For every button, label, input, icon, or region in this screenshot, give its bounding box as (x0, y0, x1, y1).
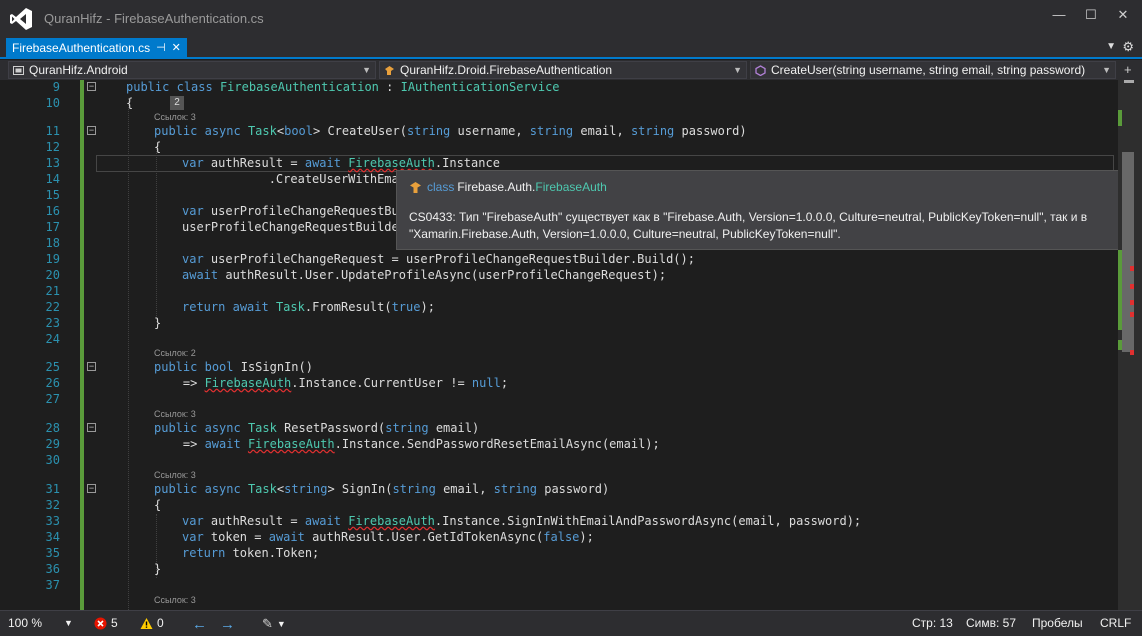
arrow-right-icon: → (220, 616, 235, 633)
chevron-down-icon: ▼ (362, 65, 371, 75)
line-indicator[interactable]: Стр: 13 (912, 616, 953, 630)
error-count: 5 (111, 616, 118, 630)
codelens-references[interactable]: Ссылок: 2 (154, 346, 196, 360)
class-icon (410, 181, 421, 193)
quick-info-tooltip: class Firebase.Auth.FirebaseAuth CS0433:… (396, 170, 1118, 250)
code-lines: 9 − public class FirebaseAuthentication … (0, 80, 1118, 610)
warning-icon (140, 617, 153, 629)
indentation-indicator[interactable]: Пробелы (1032, 616, 1083, 630)
code-line: 10 { 2 (0, 95, 1118, 111)
title-bar: QuranHifz - FirebaseAuthentication.cs — … (0, 0, 1142, 38)
close-window-button[interactable]: ✕ (1108, 4, 1138, 26)
code-cleanup-button[interactable]: ✎ ▼ (262, 616, 286, 632)
chevron-down-icon: ▼ (276, 619, 286, 629)
codelens-references[interactable]: Ссылок: 3 (154, 468, 196, 482)
brush-icon: ✎ (262, 616, 273, 631)
maximize-button[interactable]: ☐ (1076, 4, 1106, 26)
csharp-project-icon (13, 65, 24, 75)
column-indicator[interactable]: Симв: 57 (966, 616, 1016, 630)
class-name: QuranHifz.Droid.FirebaseAuthentication (400, 63, 613, 77)
navigate-back-button[interactable]: ← (192, 616, 207, 633)
collapse-icon[interactable]: − (87, 126, 96, 135)
tooltip-namespace: Firebase.Auth. (457, 180, 536, 194)
member-dropdown[interactable]: CreateUser(string username, string email… (750, 61, 1116, 79)
codelens-references[interactable]: Ссылок: 3 (154, 110, 196, 124)
tooltip-keyword: class (427, 180, 455, 194)
code-line: 9 − public class FirebaseAuthentication … (52, 80, 560, 94)
document-tab-bar: FirebaseAuthentication.cs ⊣ ✕ ▼ ⚙ (0, 38, 1142, 59)
code-line: 11 − public async Task<bool> CreateUser(… (45, 124, 747, 138)
tab-label: FirebaseAuthentication.cs (12, 41, 151, 55)
window-title: QuranHifz - FirebaseAuthentication.cs (44, 11, 264, 26)
error-icon (94, 617, 107, 629)
collapse-icon[interactable]: − (87, 82, 96, 91)
navigation-bar: QuranHifz.Android ▼ QuranHifz.Droid.Fire… (0, 60, 1142, 80)
chevron-down-icon: ▼ (64, 618, 73, 628)
class-dropdown[interactable]: QuranHifz.Droid.FirebaseAuthentication ▼ (379, 61, 747, 79)
collapse-icon[interactable]: − (87, 362, 96, 371)
method-icon (755, 64, 766, 76)
codelens-references[interactable]: Ссылок: 3 (154, 593, 196, 607)
warning-count-button[interactable]: 0 (140, 616, 164, 630)
tooltip-error-message: CS0433: Тип "FirebaseAuth" существует ка… (409, 210, 1088, 241)
visual-studio-logo-icon (10, 8, 32, 30)
project-dropdown[interactable]: QuranHifz.Android ▼ (8, 61, 376, 79)
minimize-button[interactable]: — (1044, 4, 1074, 26)
project-name: QuranHifz.Android (29, 63, 128, 77)
chevron-down-icon: ▼ (1102, 65, 1111, 75)
class-icon (385, 65, 394, 75)
tooltip-type: FirebaseAuth (535, 180, 607, 194)
zoom-level: 100 % (8, 616, 43, 630)
settings-gear-icon[interactable]: ⚙ (1122, 39, 1134, 55)
tab-list-dropdown-icon[interactable]: ▼ (1106, 41, 1116, 52)
close-tab-icon[interactable]: ✕ (172, 38, 181, 59)
scrollbar-thumb[interactable] (1122, 152, 1134, 352)
member-name: CreateUser(string username, string email… (771, 63, 1086, 77)
arrow-left-icon: ← (192, 616, 207, 633)
status-bar: 100 % ▼ 5 0 ← → ✎ ▼ Стр: 13 Симв: 57 Про… (0, 610, 1142, 636)
codelens-references[interactable]: Ссылок: 3 (154, 407, 196, 421)
error-count-button[interactable]: 5 (94, 616, 118, 630)
warning-count: 0 (157, 616, 164, 630)
split-view-icon[interactable]: + (1124, 62, 1132, 77)
code-editor[interactable]: 9 − public class FirebaseAuthentication … (0, 80, 1118, 610)
chevron-down-icon: ▼ (733, 65, 742, 75)
navigate-forward-button[interactable]: → (220, 616, 235, 633)
vertical-scrollbar[interactable] (1118, 80, 1142, 610)
line-ending-indicator[interactable]: CRLF (1100, 616, 1131, 630)
tab-firebase-authentication[interactable]: FirebaseAuthentication.cs ⊣ ✕ (6, 38, 187, 59)
zoom-dropdown[interactable]: 100 % ▼ (8, 616, 73, 630)
collapse-icon[interactable]: − (87, 484, 96, 493)
pin-tab-icon[interactable]: ⊣ (156, 38, 166, 59)
collapse-icon[interactable]: − (87, 423, 96, 432)
collapsed-count-badge[interactable]: 2 (170, 96, 184, 110)
